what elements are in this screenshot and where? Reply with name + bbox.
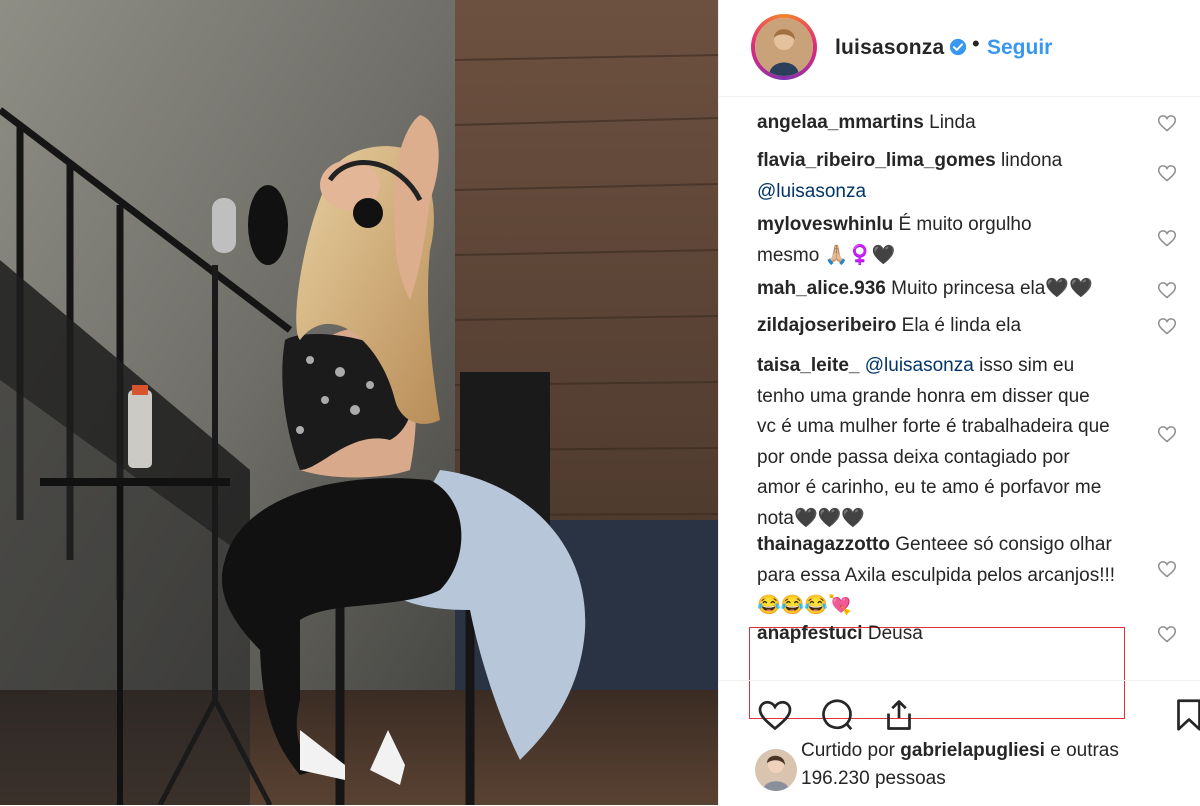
comment-text: lindona	[1000, 150, 1063, 171]
comment-username[interactable]: zildajoseribeiro	[757, 315, 896, 336]
comment-heart-icon[interactable]	[1157, 163, 1177, 183]
photo-illustration	[0, 0, 718, 805]
comment-item: taisa_leite_ @luisasonza isso sim eu ten…	[757, 351, 1113, 534]
comment-heart-icon[interactable]	[1157, 113, 1177, 133]
avatar-illustration	[755, 18, 813, 76]
liked-by-text: Curtido por gabrielapugliesi e outras 19…	[801, 737, 1161, 793]
post-header: luisasonza • Seguir	[719, 0, 1200, 97]
liked-by-prefix: Curtido por	[801, 740, 895, 761]
liked-by-avatar[interactable]	[755, 749, 797, 791]
comment-username[interactable]: anapfestuci	[757, 623, 863, 644]
comment-text: Muito princesa ela🖤🖤	[891, 278, 1093, 299]
comment-heart-icon[interactable]	[1157, 228, 1177, 248]
liked-by-avatar-illustration	[755, 749, 797, 791]
avatar[interactable]	[755, 18, 813, 76]
verified-badge-icon	[949, 38, 967, 56]
comment-item: anapfestuci Deusa	[757, 619, 1137, 650]
comment-text: Deusa	[867, 623, 923, 644]
comment-text: Linda	[929, 112, 976, 133]
comment-item: flavia_ribeiro_lima_gomes lindona @luisa…	[757, 146, 1137, 207]
comment-item: thainagazzotto Genteee só consigo olhar …	[757, 530, 1117, 622]
post-author-username[interactable]: luisasonza	[835, 36, 944, 60]
comments-list: angelaa_mmartins Linda flavia_ribeiro_li…	[719, 96, 1200, 719]
comment-text: Ela é linda ela	[901, 315, 1022, 336]
comment-mention[interactable]: @luisasonza	[865, 355, 974, 376]
comment-item: mah_alice.936 Muito princesa ela🖤🖤	[757, 274, 1137, 305]
comment-mention[interactable]: @luisasonza	[757, 181, 866, 202]
comment-username[interactable]: angelaa_mmartins	[757, 112, 924, 133]
story-ring[interactable]	[751, 14, 817, 80]
liked-by-username[interactable]: gabrielapugliesi	[900, 740, 1045, 761]
comment-heart-icon[interactable]	[1157, 559, 1177, 579]
comment-username[interactable]: myloveswhinlu	[757, 214, 893, 235]
post-side-panel: luisasonza • Seguir angelaa_mmartins Lin…	[718, 0, 1200, 805]
comment-item: myloveswhinlu É muito orgulho mesmo 🙏🏼‍♀…	[757, 210, 1077, 271]
comment-item: angelaa_mmartins Linda	[757, 108, 1137, 139]
comment-username[interactable]: taisa_leite_	[757, 355, 859, 376]
heart-icon[interactable]	[757, 697, 793, 733]
comment-heart-icon[interactable]	[1157, 280, 1177, 300]
comment-username[interactable]: flavia_ribeiro_lima_gomes	[757, 150, 996, 171]
header-separator: •	[972, 31, 980, 56]
comment-text: isso sim eu tenho uma grande honra em di…	[757, 355, 1110, 529]
comment-heart-icon[interactable]	[1157, 316, 1177, 336]
post-photo[interactable]	[0, 0, 718, 805]
post-actions: Curtido por gabrielapugliesi e outras 19…	[719, 680, 1200, 806]
comment-heart-icon[interactable]	[1157, 624, 1177, 644]
follow-button[interactable]: Seguir	[987, 36, 1052, 60]
comment-heart-icon[interactable]	[1157, 424, 1177, 444]
comment-username[interactable]: mah_alice.936	[757, 278, 886, 299]
comment-icon[interactable]	[819, 697, 855, 733]
comment-username[interactable]: thainagazzotto	[757, 534, 890, 555]
share-icon[interactable]	[881, 697, 917, 733]
bookmark-icon[interactable]	[1171, 697, 1200, 733]
comment-item: zildajoseribeiro Ela é linda ela	[757, 311, 1137, 342]
